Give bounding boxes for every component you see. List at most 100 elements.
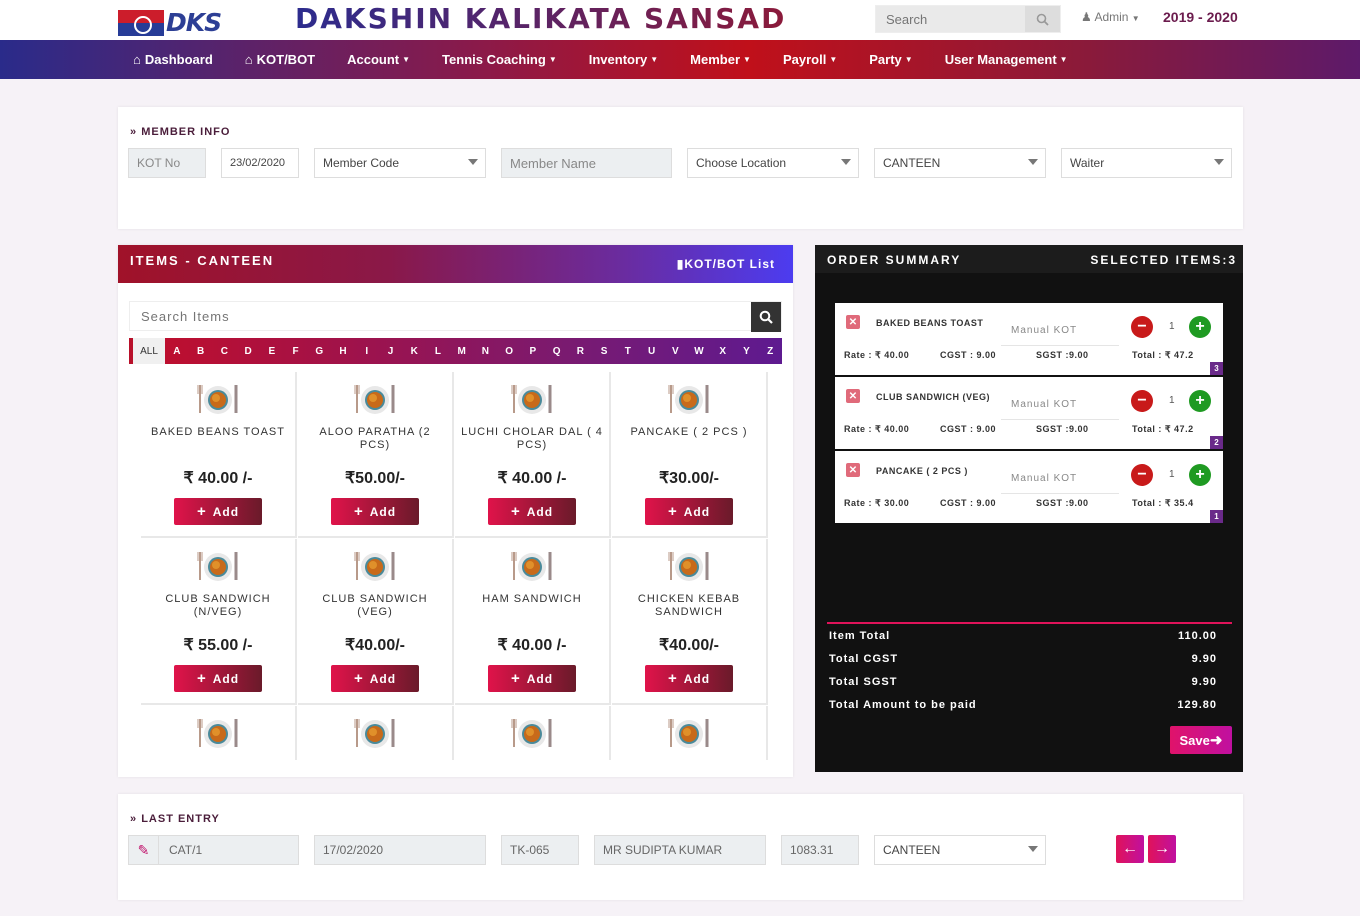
nav-user-management[interactable]: User Management ▼ xyxy=(945,52,1068,67)
nav-account[interactable]: Account ▼ xyxy=(347,52,410,67)
order-summary-panel: ORDER SUMMARY SELECTED ITEMS:3 ✕ BAKED BE… xyxy=(815,245,1243,772)
alpha-filter-c[interactable]: C xyxy=(212,338,236,364)
add-button[interactable]: + Add xyxy=(488,498,576,525)
alpha-filter-all[interactable]: ALL xyxy=(133,338,165,364)
alpha-filter-x[interactable]: X xyxy=(711,338,735,364)
alpha-filter-g[interactable]: G xyxy=(307,338,331,364)
outlet-select[interactable]: CANTEEN xyxy=(874,148,1046,178)
total-value: 129.80 xyxy=(1177,699,1217,711)
add-button[interactable]: + Add xyxy=(331,665,419,692)
alpha-filter-s[interactable]: S xyxy=(592,338,616,364)
alpha-filter-u[interactable]: U xyxy=(640,338,664,364)
alpha-filter-j[interactable]: J xyxy=(379,338,403,364)
search-button[interactable] xyxy=(1025,6,1060,32)
total-value: 9.90 xyxy=(1191,676,1217,688)
last-entry-outlet-select[interactable]: CANTEEN xyxy=(874,835,1046,865)
plus-icon: + xyxy=(1195,318,1205,335)
order-rate: Rate : ₹ 40.00 xyxy=(844,424,910,434)
location-select[interactable]: Choose Location xyxy=(687,148,859,178)
product-name: CLUB SANDWICH (N/VEG) xyxy=(165,593,271,618)
previous-entry-button[interactable]: ← xyxy=(1116,835,1144,863)
alpha-filter-i[interactable]: I xyxy=(355,338,379,364)
alpha-filter-d[interactable]: D xyxy=(236,338,260,364)
alpha-filter-h[interactable]: H xyxy=(331,338,355,364)
header-search-input[interactable] xyxy=(876,6,1026,32)
manual-kot-field[interactable]: Manual KOT xyxy=(1001,316,1119,346)
order-line-total: Total : ₹ 35.4 xyxy=(1132,498,1194,508)
alpha-filter-e[interactable]: E xyxy=(260,338,284,364)
product-tile xyxy=(455,706,611,760)
caret-down-icon: ▼ xyxy=(548,55,557,64)
kot-bot-list-link[interactable]: ▮KOT/BOT List xyxy=(677,257,775,271)
date-field[interactable]: 23/02/2020 xyxy=(221,148,299,178)
alpha-filter-m[interactable]: M xyxy=(450,338,474,364)
alpha-filter-l[interactable]: L xyxy=(426,338,450,364)
add-button[interactable]: + Add xyxy=(645,498,733,525)
decrease-qty-button[interactable]: − xyxy=(1131,390,1153,412)
alpha-filter-v[interactable]: V xyxy=(663,338,687,364)
add-button[interactable]: + Add xyxy=(174,498,262,525)
user-menu[interactable]: ♟ Admin ▼ xyxy=(1081,10,1140,24)
nav-party[interactable]: Party ▼ xyxy=(869,52,912,67)
alpha-filter-p[interactable]: P xyxy=(521,338,545,364)
alpha-filter-w[interactable]: W xyxy=(687,338,711,364)
alpha-filter-q[interactable]: Q xyxy=(545,338,569,364)
order-line-badge: 3 xyxy=(1210,362,1223,375)
food-icon xyxy=(666,716,712,750)
product-price: ₹30.00/- xyxy=(659,470,719,487)
alpha-filter-y[interactable]: Y xyxy=(735,338,759,364)
decrease-qty-button[interactable]: − xyxy=(1131,316,1153,338)
minus-icon: − xyxy=(1137,466,1147,483)
alpha-filter-t[interactable]: T xyxy=(616,338,640,364)
nav-label: Account xyxy=(347,52,400,67)
product-tile: PANCAKE ( 2 PCS ) ₹30.00/- + Add xyxy=(612,372,768,538)
nav-payroll[interactable]: Payroll ▼ xyxy=(783,52,837,67)
nav-member[interactable]: Member ▼ xyxy=(690,52,751,67)
alpha-filter-k[interactable]: K xyxy=(402,338,426,364)
alpha-filter-f[interactable]: F xyxy=(284,338,308,364)
member-code-select[interactable]: Member Code xyxy=(314,148,486,178)
increase-qty-button[interactable]: + xyxy=(1189,390,1211,412)
manual-kot-field[interactable]: Manual KOT xyxy=(1001,464,1119,494)
alpha-filter-b[interactable]: B xyxy=(189,338,213,364)
kot-no-field[interactable]: KOT No xyxy=(128,148,206,178)
add-button[interactable]: + Add xyxy=(645,665,733,692)
remove-item-button[interactable]: ✕ xyxy=(846,463,860,477)
remove-item-button[interactable]: ✕ xyxy=(846,315,860,329)
add-button[interactable]: + Add xyxy=(174,665,262,692)
manual-kot-field[interactable]: Manual KOT xyxy=(1001,390,1119,420)
order-cgst: CGST : 9.00 xyxy=(940,350,997,360)
arrow-left-icon: ← xyxy=(1122,840,1138,857)
add-button[interactable]: + Add xyxy=(331,498,419,525)
alpha-filter-o[interactable]: O xyxy=(497,338,521,364)
alpha-filter-r[interactable]: R xyxy=(568,338,592,364)
nav-inventory[interactable]: Inventory ▼ xyxy=(589,52,658,67)
order-sgst: SGST :9.00 xyxy=(1036,424,1089,434)
item-search-input[interactable] xyxy=(130,302,730,330)
logo[interactable]: DKS xyxy=(118,8,222,37)
alpha-filter-n[interactable]: N xyxy=(474,338,498,364)
order-qty: 1 xyxy=(1169,321,1175,332)
save-button[interactable]: Save ➜ xyxy=(1170,726,1232,754)
increase-qty-button[interactable]: + xyxy=(1189,464,1211,486)
nav-dashboard[interactable]: ⌂ Dashboard xyxy=(133,52,213,67)
next-entry-button[interactable]: → xyxy=(1148,835,1176,863)
add-button[interactable]: + Add xyxy=(488,665,576,692)
plus-icon: + xyxy=(667,670,678,687)
alpha-filter-z[interactable]: Z xyxy=(758,338,782,364)
remove-item-button[interactable]: ✕ xyxy=(846,389,860,403)
nav-kot-bot[interactable]: ⌂ KOT/BOT xyxy=(245,52,315,67)
financial-year[interactable]: 2019 - 2020 xyxy=(1163,9,1238,25)
total-row: Item Total 110.00 xyxy=(829,630,1231,642)
increase-qty-button[interactable]: + xyxy=(1189,316,1211,338)
plate-cutlery-icon xyxy=(511,385,552,414)
member-name-field[interactable]: Member Name xyxy=(501,148,672,178)
nav-tennis-coaching[interactable]: Tennis Coaching ▼ xyxy=(442,52,557,67)
food-icon xyxy=(195,549,241,583)
alpha-filter-a[interactable]: A xyxy=(165,338,189,364)
decrease-qty-button[interactable]: − xyxy=(1131,464,1153,486)
edit-icon[interactable]: ✎ xyxy=(129,836,159,864)
waiter-select[interactable]: Waiter xyxy=(1061,148,1232,178)
total-label: Total Amount to be paid xyxy=(829,699,977,711)
item-search-button[interactable] xyxy=(751,302,781,332)
